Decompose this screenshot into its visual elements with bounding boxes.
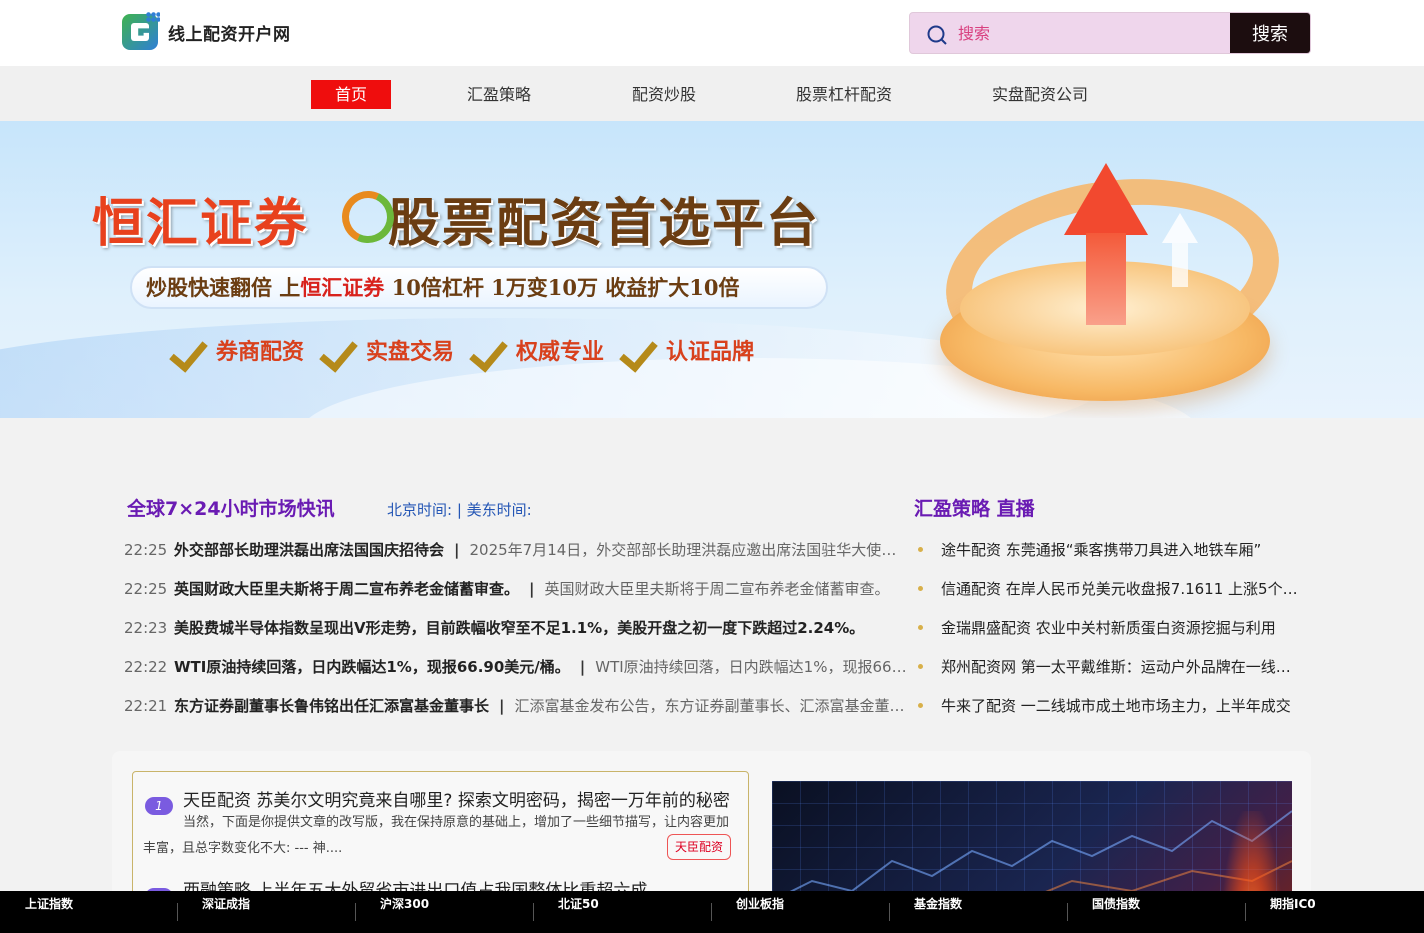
news-time: 22:25 (124, 579, 168, 598)
index-ticker-bar: 上证指数 深证成指 沪深300 北证50 创业板指 基金指数 国债指数 期指IC… (0, 891, 1424, 933)
live-item-text[interactable]: 牛来了配资 一二线城市成土地市场主力，上半年成交 (941, 695, 1291, 716)
feature-label: 券商配资 (216, 339, 305, 365)
bullet-icon (918, 547, 923, 552)
news-title[interactable]: 东方证券副董事长鲁伟铭出任汇添富基金董事长 (174, 695, 489, 716)
banner-feature: 权威专业 (472, 333, 604, 367)
news-separator: | (529, 579, 535, 598)
news-desc: 2025年7月14日，外交部部长助理洪磊应邀出席法国驻华大使馆举办的法国国庆招待… (469, 541, 911, 559)
live-item-text[interactable]: 金瑞鼎盛配资 农业中关村新质蛋白资源挖掘与利用 (941, 617, 1276, 638)
banner-feature: 券商配资 (172, 333, 304, 367)
article-tag[interactable]: 天臣配资 (667, 834, 731, 860)
news-desc: WTI原油持续回落，日内跌幅达1%，现报66.90美元/桶。 (595, 658, 910, 676)
live-item-text[interactable]: 信通配资 在岸人民币兑美元收盘报7.1611 上涨5个基点 (941, 578, 1298, 599)
hero-banner[interactable]: 恒汇证券 股票配资首选平台 炒股快速翻倍 上恒汇证券 10倍杠杆 1万变10万 收… (0, 121, 1424, 418)
news-separator: | (499, 696, 505, 715)
main-nav: 首页 汇盈策略 配资炒股 股票杠杆配资 实盘配资公司 (0, 66, 1424, 121)
ticker-item[interactable]: 基金指数 (914, 891, 962, 933)
news-list: 22:25 外交部部长助理洪磊出席法国国庆招待会 | 2025年7月14日，外交… (124, 530, 910, 725)
news-title[interactable]: WTI原油持续回落，日内跌幅达1%，现报66.90美元/桶。 (174, 656, 570, 677)
news-time: 22:23 (124, 618, 168, 637)
ticker-divider (889, 903, 890, 921)
nav-item-home[interactable]: 首页 (311, 80, 391, 109)
bullet-icon (918, 664, 923, 669)
feature-label: 实盘交易 (366, 339, 455, 365)
news-time: 22:22 (124, 657, 168, 676)
feature-label: 认证品牌 (666, 339, 755, 365)
banner-features: 券商配资 实盘交易 权威专业 认证品牌 (172, 333, 754, 367)
ticker-item[interactable]: 国债指数 (1092, 891, 1140, 933)
ticker-divider (533, 903, 534, 921)
ticker-item[interactable]: 创业板指 (736, 891, 784, 933)
check-icon (622, 333, 662, 367)
check-icon (472, 333, 512, 367)
banner-title-slogan: 股票配资首选平台 (388, 193, 821, 254)
ticker-item[interactable]: 北证50 (558, 891, 599, 933)
live-item-text[interactable]: 途牛配资 东莞通报“乘客携带刀具进入地铁车厢” (941, 539, 1261, 560)
search-bar: 搜索 (909, 12, 1311, 54)
news-desc: 英国财政大臣里夫斯将于周二宣布养老金储蓄审查。 (544, 580, 890, 598)
header: 线上配资开户网 搜索 (0, 0, 1424, 66)
live-item[interactable]: 牛来了配资 一二线城市成土地市场主力，上半年成交 (918, 686, 1298, 725)
tagline-brand: 恒汇证券 (300, 275, 385, 300)
news-time: 22:25 (124, 540, 168, 559)
ticker-divider (1067, 903, 1068, 921)
bullet-icon (918, 625, 923, 630)
news-time: 22:21 (124, 696, 168, 715)
news-heading: 全球7×24小时市场快讯 (127, 498, 335, 520)
live-item-text[interactable]: 郑州配资网 第一太平戴维斯：运动户外品牌在一线城市 (941, 656, 1298, 677)
live-item[interactable]: 信通配资 在岸人民币兑美元收盘报7.1611 上涨5个基点 (918, 569, 1298, 608)
tagline-part: 炒股快速翻倍 上 (146, 275, 301, 300)
nav-item-huiying[interactable]: 汇盈策略 (467, 80, 531, 109)
nav-item-leverage[interactable]: 股票杠杆配资 (796, 80, 892, 109)
banner-title-brand: 恒汇证券 (92, 193, 309, 254)
article-title[interactable]: 天臣配资 苏美尔文明究竟来自哪里? 探索文明密码，揭密一万年前的秘密 (183, 786, 735, 811)
nav-item-companies[interactable]: 实盘配资公司 (992, 80, 1088, 109)
search-input[interactable] (958, 13, 1230, 53)
live-item[interactable]: 途牛配资 东莞通报“乘客携带刀具进入地铁车厢” (918, 530, 1298, 569)
site-logo[interactable]: 线上配资开户网 (122, 12, 291, 52)
banner-tagline: 炒股快速翻倍 上恒汇证券 10倍杠杆 1万变10万 收益扩大10倍 (130, 266, 828, 309)
article-summary: 当然，下面是你提供文章的改写版，我在保持原意的基础上，增加了一些细节描写，让内容… (143, 815, 730, 856)
live-list: 途牛配资 东莞通报“乘客携带刀具进入地铁车厢” 信通配资 在岸人民币兑美元收盘报… (918, 530, 1298, 725)
banner-feature: 认证品牌 (622, 333, 754, 367)
ticker-item[interactable]: 上证指数 (25, 891, 73, 933)
banner-feature: 实盘交易 (322, 333, 454, 367)
news-item[interactable]: 22:23 美股费城半导体指数呈现出V形走势，目前跌幅收窄至不足1.1%，美股开… (124, 608, 910, 647)
ticker-divider (355, 903, 356, 921)
tagline-part: 10倍杠杆 1万变10万 收益扩大10倍 (384, 275, 740, 300)
search-icon (927, 25, 947, 45)
check-icon (172, 333, 212, 367)
news-item[interactable]: 22:25 外交部部长助理洪磊出席法国国庆招待会 | 2025年7月14日，外交… (124, 530, 910, 569)
news-item[interactable]: 22:25 英国财政大臣里夫斯将于周二宣布养老金储蓄审查。 | 英国财政大臣里夫… (124, 569, 910, 608)
news-title[interactable]: 英国财政大臣里夫斯将于周二宣布养老金储蓄审查。 (174, 578, 519, 599)
logo-text: 线上配资开户网 (168, 24, 291, 45)
news-separator: | (579, 657, 586, 676)
live-heading: 汇盈策略 直播 (914, 498, 1035, 520)
news-item[interactable]: 22:21 东方证券副董事长鲁伟铭出任汇添富基金董事长 | 汇添富基金发布公告，… (124, 686, 910, 725)
banner-title: 恒汇证券 股票配资首选平台 (92, 181, 820, 256)
ticker-divider (711, 903, 712, 921)
news-title[interactable]: 美股费城半导体指数呈现出V形走势，目前跌幅收窄至不足1.1%，美股开盘之初一度下… (174, 617, 864, 638)
live-item[interactable]: 郑州配资网 第一太平戴维斯：运动户外品牌在一线城市 (918, 647, 1298, 686)
news-item[interactable]: 22:22 WTI原油持续回落，日内跌幅达1%，现报66.90美元/桶。 | W… (124, 647, 910, 686)
ticker-divider (1245, 903, 1246, 921)
search-button[interactable]: 搜索 (1230, 13, 1310, 53)
ticker-divider (177, 903, 178, 921)
ticker-item[interactable]: 沪深300 (380, 891, 429, 933)
up-arrow-icon (1162, 213, 1198, 293)
up-arrow-icon (1064, 163, 1148, 325)
news-title[interactable]: 外交部部长助理洪磊出席法国国庆招待会 (174, 539, 444, 560)
check-icon (322, 333, 362, 367)
live-item[interactable]: 金瑞鼎盛配资 农业中关村新质蛋白资源挖掘与利用 (918, 608, 1298, 647)
feature-label: 权威专业 (516, 339, 605, 365)
ticker-item[interactable]: 深证成指 (202, 891, 250, 933)
news-desc: 汇添富基金发布公告，东方证券副董事长、汇添富基金董事长。 (514, 697, 911, 715)
bullet-icon (918, 586, 923, 591)
ticker-item[interactable]: 期指IC0 (1270, 891, 1316, 933)
nav-item-peizi[interactable]: 配资炒股 (632, 80, 696, 109)
news-separator: | (454, 540, 460, 559)
bullet-icon (918, 703, 923, 708)
logo-icon (122, 12, 160, 52)
news-time-line: 北京时间: | 美东时间: (387, 501, 532, 519)
